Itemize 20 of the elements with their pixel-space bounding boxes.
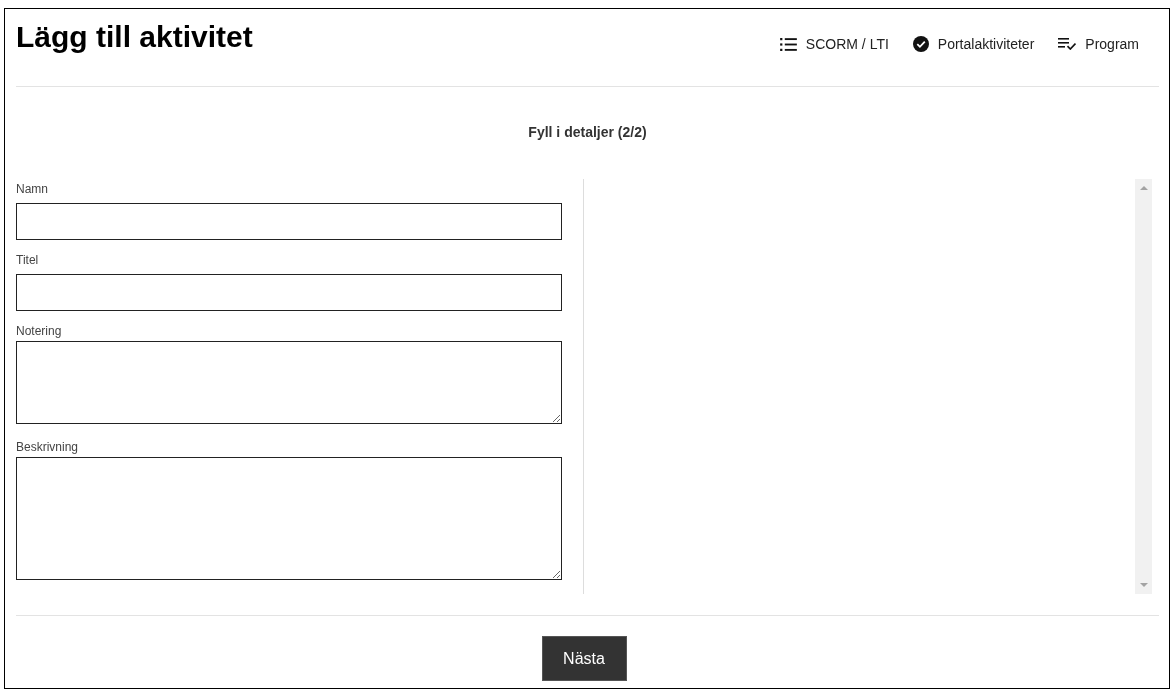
nav-link[interactable]: SCORM / LTI [779,34,889,54]
input-field[interactable] [16,203,562,240]
check-circle-icon [912,36,929,52]
field-label: Titel [16,253,39,267]
field-label: Notering [16,324,62,338]
list-icon [779,37,797,51]
page-title: Lägg till aktivitet [16,20,253,54]
next-button[interactable]: Nästa [541,636,627,681]
scrollbar[interactable] [1135,179,1152,594]
textarea-field[interactable] [16,457,562,580]
input-field[interactable] [16,274,562,311]
field-label: Namn [16,182,48,196]
nav-link[interactable]: Portalaktiviteter [912,34,1035,54]
up-arrow-icon[interactable] [1139,186,1148,190]
step-title: Fyll i detaljer (2/2) [528,124,647,141]
nav-link[interactable]: Program [1058,34,1139,54]
field-label: Beskrivning [16,440,79,454]
textarea-field[interactable] [16,341,562,424]
down-arrow-icon[interactable] [1139,583,1148,587]
checklist-icon [1058,38,1077,50]
